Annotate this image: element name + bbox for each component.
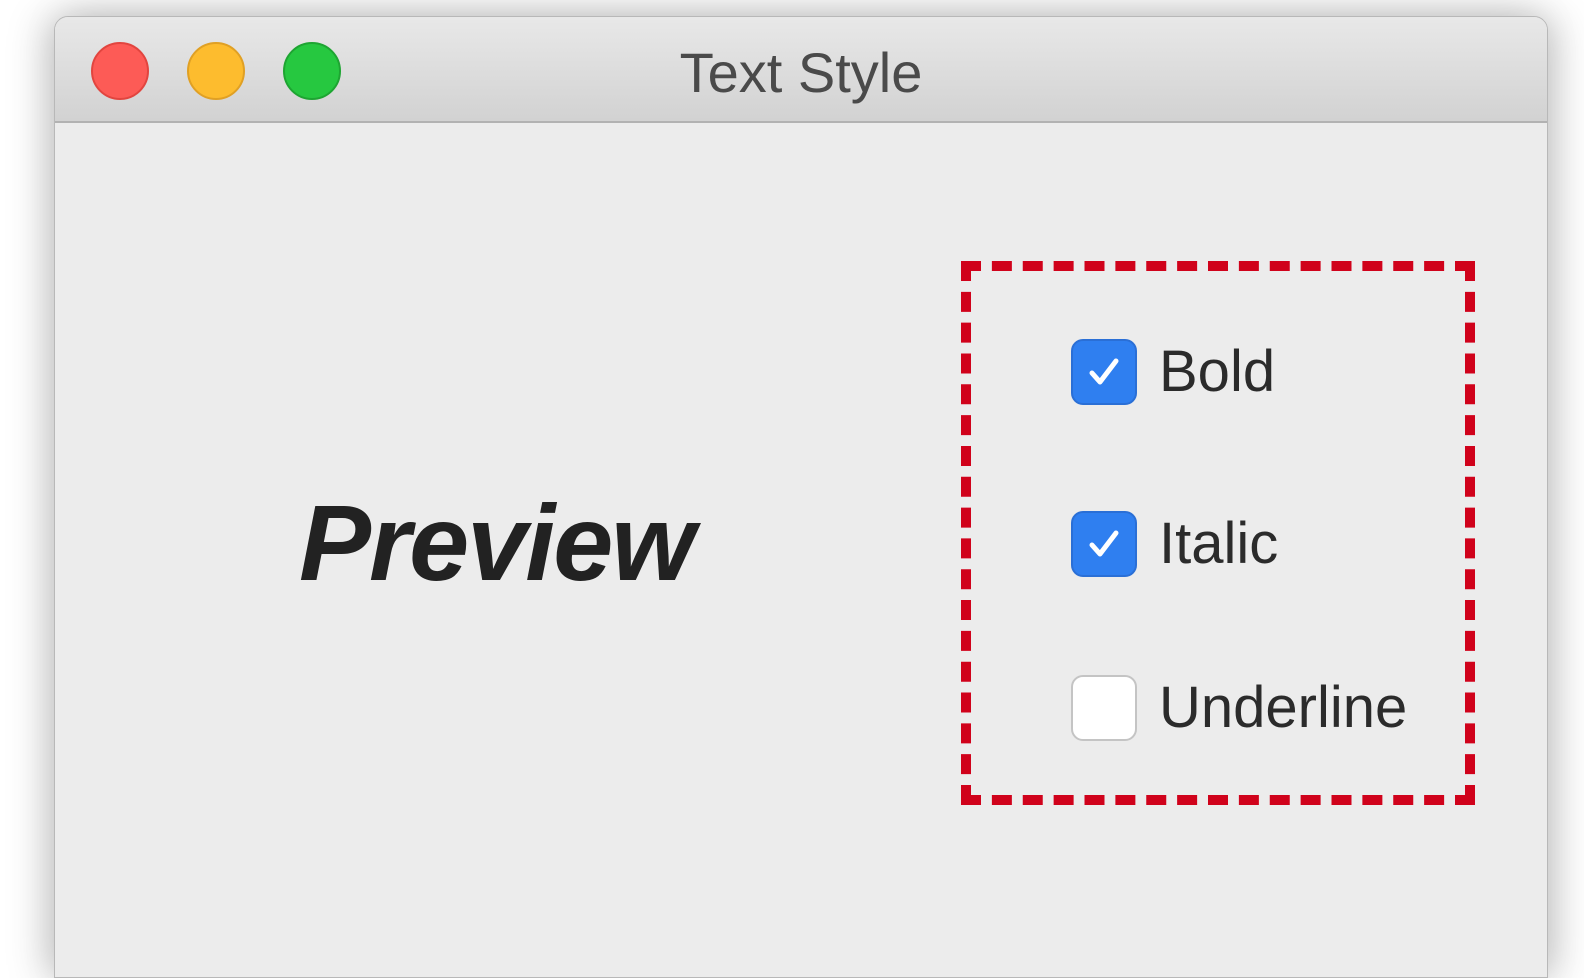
- title-bar[interactable]: Text Style: [55, 17, 1547, 123]
- italic-option[interactable]: Italic: [1071, 509, 1278, 579]
- preview-text: Preview: [299, 482, 695, 603]
- italic-checkbox[interactable]: [1071, 511, 1137, 577]
- window-title: Text Style: [679, 41, 923, 104]
- checkmark-icon: [1089, 358, 1119, 385]
- bold-checkbox[interactable]: [1071, 339, 1137, 405]
- text-style-window: Text Style Preview Bold Italic Underline: [54, 16, 1548, 978]
- bold-label: Bold: [1159, 339, 1276, 404]
- bold-option[interactable]: Bold: [1071, 337, 1275, 407]
- italic-label: Italic: [1159, 511, 1279, 576]
- underline-option[interactable]: Underline: [1071, 673, 1407, 743]
- style-options-group: Bold Italic Underline: [961, 261, 1475, 805]
- checkmark-icon: [1089, 530, 1119, 557]
- underline-checkbox[interactable]: [1071, 675, 1137, 741]
- underline-label: Underline: [1159, 675, 1408, 740]
